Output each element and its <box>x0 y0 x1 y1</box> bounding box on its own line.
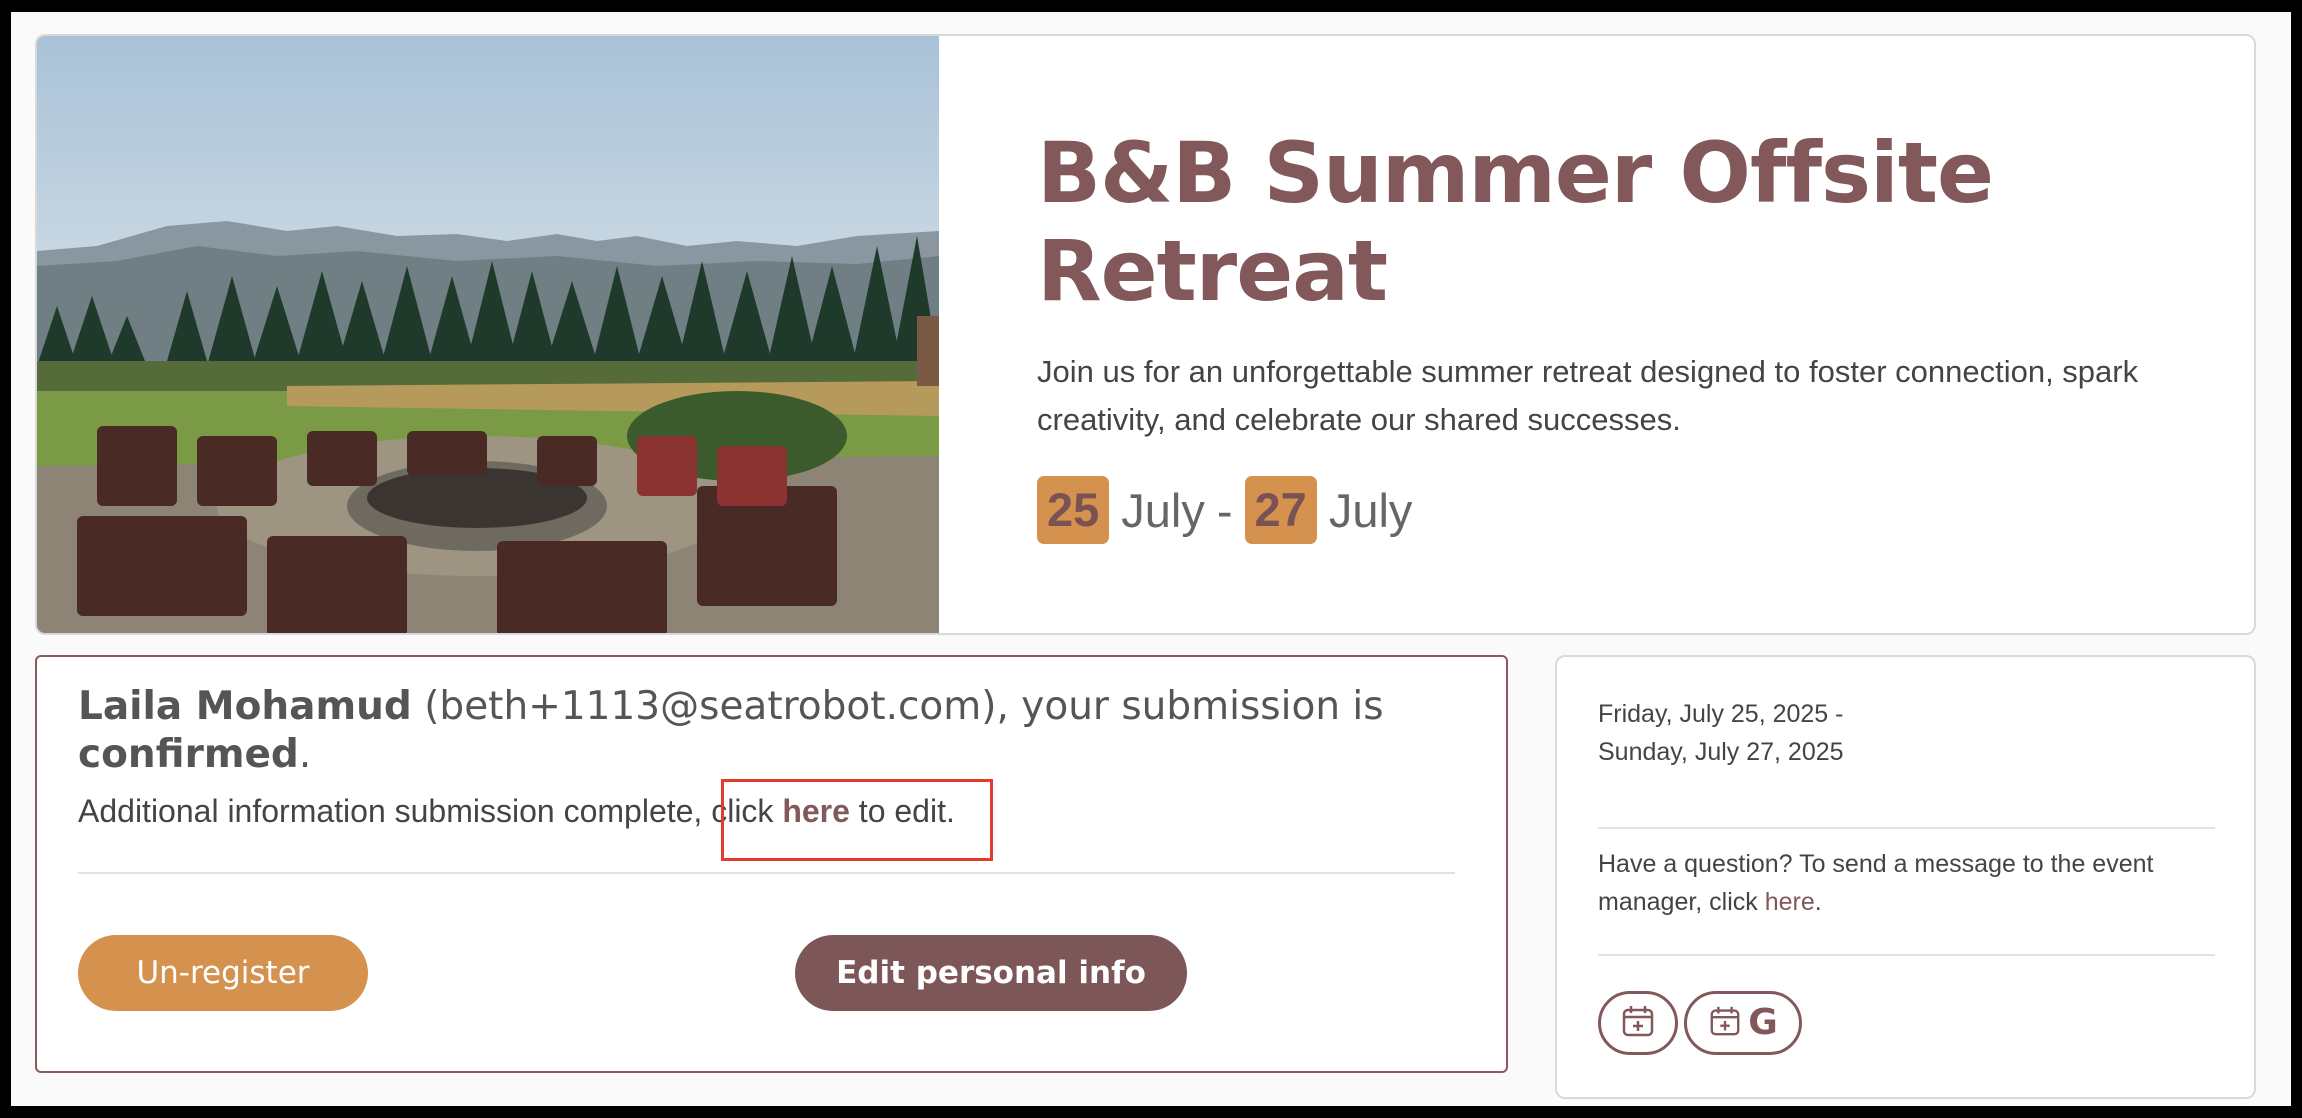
event-dates: Friday, July 25, 2025 - Sunday, July 27,… <box>1598 695 1844 771</box>
edit-personal-info-button[interactable]: Edit personal info <box>795 935 1187 1011</box>
calendar-plus-icon <box>1620 1003 1656 1044</box>
additional-info-label: Additional information submission comple… <box>78 793 774 829</box>
divider <box>1598 827 2215 829</box>
unregister-button[interactable]: Un-register <box>78 935 368 1011</box>
divider <box>1598 954 2215 956</box>
divider <box>78 872 1455 874</box>
event-date-range: 25 July - 27 July <box>1037 476 1424 544</box>
event-hero-image <box>37 36 939 633</box>
attendee-name: Laila Mohamud <box>78 684 412 729</box>
event-date-end: Sunday, July 27, 2025 <box>1598 738 1844 766</box>
contact-manager-label: Have a question? To send a message to th… <box>1598 850 2154 916</box>
start-month: July <box>1121 483 1205 537</box>
status-suffix: . <box>298 732 312 777</box>
highlight-box <box>721 779 993 861</box>
end-month: July <box>1328 483 1413 537</box>
attendee-email: (beth+1113@seatrobot.com) <box>424 684 997 729</box>
start-day-badge: 25 <box>1037 476 1110 544</box>
add-to-calendar-button[interactable] <box>1598 991 1678 1055</box>
status-prefix: , your submission is <box>996 684 1384 729</box>
end-day-badge: 27 <box>1244 476 1317 544</box>
contact-manager-link[interactable]: here <box>1765 888 1815 916</box>
add-to-google-calendar-button[interactable]: G <box>1684 991 1802 1055</box>
event-date-start: Friday, July 25, 2025 - <box>1598 700 1844 728</box>
page: B&B Summer Offsite Retreat Join us for a… <box>11 12 2291 1106</box>
event-hero: B&B Summer Offsite Retreat Join us for a… <box>35 34 2256 635</box>
event-title: B&B Summer Offsite Retreat <box>1037 124 1994 320</box>
registration-status: Laila Mohamud (beth+1113@seatrobot.com),… <box>78 683 1478 779</box>
google-calendar-icon: G <box>1748 1002 1778 1043</box>
contact-manager-text: Have a question? To send a message to th… <box>1598 845 2218 921</box>
contact-manager-suffix: . <box>1814 888 1822 916</box>
event-details-card: Friday, July 25, 2025 - Sunday, July 27,… <box>1555 655 2256 1099</box>
registration-card: Laila Mohamud (beth+1113@seatrobot.com),… <box>35 655 1508 1073</box>
event-description: Join us for an unforgettable summer retr… <box>1037 354 2139 437</box>
date-separator: - <box>1216 483 1233 537</box>
calendar-plus-icon <box>1708 1004 1742 1043</box>
status-word: confirmed <box>78 732 299 777</box>
